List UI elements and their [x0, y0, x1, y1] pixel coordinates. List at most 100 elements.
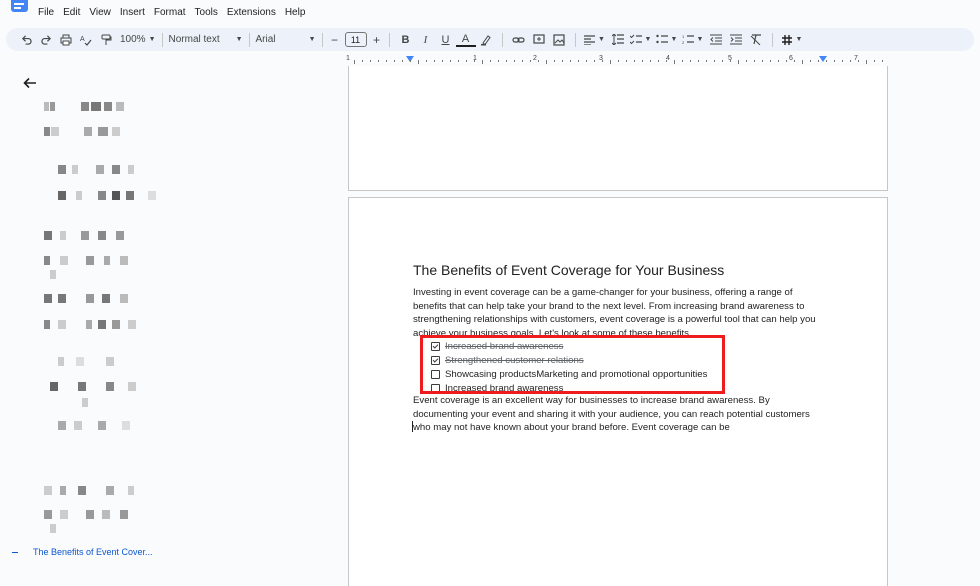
decrease-indent-icon[interactable] — [706, 30, 726, 50]
checklist-item: Showcasing productsMarketing and promoti… — [431, 367, 707, 381]
ruler-tick — [490, 60, 491, 62]
document-page-1[interactable] — [348, 66, 888, 191]
bold-icon[interactable]: B — [396, 30, 416, 50]
ruler-tick — [842, 60, 843, 62]
ruler-tick — [394, 60, 395, 62]
text-color-icon[interactable]: A — [455, 33, 476, 47]
outline-item-blurred[interactable] — [36, 231, 166, 240]
checkbox-checked[interactable] — [431, 355, 440, 365]
decrease-font-size-button[interactable]: − — [329, 30, 341, 50]
style-value: Normal text — [168, 34, 220, 45]
outline-item-active[interactable]: The Benefits of Event Cover... — [33, 547, 153, 557]
pixelated-block — [76, 357, 84, 366]
ruler-tick — [706, 60, 707, 62]
redo-icon[interactable] — [36, 30, 56, 50]
checkbox-checked[interactable] — [431, 341, 440, 351]
menu-format[interactable]: Format — [154, 7, 191, 18]
pixelated-block — [86, 256, 94, 265]
document-page-2[interactable]: The Benefits of Event Coverage for Your … — [348, 197, 888, 586]
checkbox-unchecked[interactable] — [431, 384, 440, 394]
menu-tools[interactable]: Tools — [195, 7, 223, 18]
zoom-value: 100% — [120, 34, 146, 45]
outline-item-blurred[interactable] — [36, 127, 166, 136]
active-heading-indicator — [12, 552, 18, 553]
undo-icon[interactable] — [16, 30, 36, 50]
outline-item-blurred[interactable] — [36, 510, 166, 519]
pixelated-block — [86, 294, 94, 303]
back-arrow-icon[interactable] — [22, 75, 38, 91]
add-comment-icon[interactable] — [529, 30, 549, 50]
text-cursor — [412, 421, 413, 432]
outline-item-blurred[interactable] — [36, 294, 166, 303]
menu-extensions[interactable]: Extensions — [227, 7, 281, 18]
outline-item-blurred[interactable] — [36, 486, 166, 495]
outline-item-blurred[interactable] — [36, 191, 166, 200]
outline-item-blurred[interactable] — [36, 270, 166, 279]
pixelated-block — [60, 256, 68, 265]
checklist-item: Strengthened customer relations — [431, 353, 707, 367]
italic-icon[interactable]: I — [416, 30, 436, 50]
highlight-color-icon[interactable] — [476, 30, 496, 50]
menu-items: File Edit View Insert Format Tools Exten… — [38, 7, 314, 18]
outline-item-blurred[interactable] — [36, 357, 166, 366]
more-options-select[interactable]: ▼ — [779, 30, 805, 50]
pixelated-block — [96, 165, 104, 174]
pixelated-block — [120, 294, 128, 303]
outline-item-blurred[interactable] — [36, 102, 166, 111]
ruler-tick — [362, 60, 363, 62]
align-select[interactable]: ▼ — [582, 30, 608, 50]
style-select[interactable]: Normal text ▼ — [169, 30, 243, 50]
pixelated-block — [58, 357, 64, 366]
ruler-tick — [874, 60, 875, 62]
checklist-select[interactable]: ▼ — [628, 30, 654, 50]
outline-item-blurred[interactable] — [36, 320, 166, 329]
svg-text:2: 2 — [682, 40, 685, 45]
ruler-tick — [418, 60, 419, 64]
bulleted-list-select[interactable]: ▼ — [654, 30, 680, 50]
underline-icon[interactable]: U — [436, 30, 456, 50]
paint-format-icon[interactable] — [96, 30, 116, 50]
numbered-list-select[interactable]: 1 2 ▼ — [680, 30, 706, 50]
pixelated-block — [82, 398, 88, 407]
outline-item-blurred[interactable] — [36, 382, 166, 391]
pixelated-block — [51, 127, 59, 136]
checkbox-unchecked[interactable] — [431, 369, 440, 379]
menu-view[interactable]: View — [89, 7, 116, 18]
pixelated-block — [78, 486, 86, 495]
ruler-tick — [370, 60, 371, 62]
menu-file[interactable]: File — [38, 7, 59, 18]
menu-insert[interactable]: Insert — [120, 7, 150, 18]
clear-formatting-icon[interactable] — [746, 30, 766, 50]
ruler-tick — [802, 60, 803, 64]
hash-icon — [781, 34, 792, 45]
ruler-tick — [850, 60, 851, 62]
insert-image-icon[interactable] — [549, 30, 569, 50]
pixelated-block — [58, 294, 66, 303]
ruler-tick — [826, 60, 827, 62]
ruler-tick — [434, 60, 435, 62]
link-icon[interactable] — [509, 30, 529, 50]
menu-help[interactable]: Help — [285, 7, 311, 18]
spellcheck-icon[interactable]: A — [76, 30, 96, 50]
ruler-tick — [754, 60, 755, 62]
increase-font-size-button[interactable]: + — [371, 30, 383, 50]
line-spacing-icon[interactable] — [608, 30, 628, 50]
ruler-tick — [674, 60, 675, 64]
font-size-input[interactable]: 11 — [344, 30, 367, 50]
document-outline: The Benefits of Event Cover... — [0, 66, 190, 586]
outline-item-blurred[interactable] — [36, 421, 166, 430]
pixelated-block — [60, 510, 68, 519]
pixelated-block — [44, 294, 52, 303]
pixelated-block — [98, 127, 108, 136]
increase-indent-icon[interactable] — [726, 30, 746, 50]
outline-item-blurred[interactable] — [36, 524, 166, 533]
font-select[interactable]: Arial ▼ — [256, 30, 316, 50]
pixelated-block — [102, 294, 110, 303]
print-icon[interactable] — [56, 30, 76, 50]
menu-edit[interactable]: Edit — [63, 7, 85, 18]
outline-item-blurred[interactable] — [36, 256, 166, 265]
zoom-select[interactable]: 100% ▼ — [120, 30, 156, 50]
docs-logo-icon[interactable] — [11, 0, 28, 12]
outline-item-blurred[interactable] — [36, 398, 166, 407]
outline-item-blurred[interactable] — [36, 165, 166, 174]
